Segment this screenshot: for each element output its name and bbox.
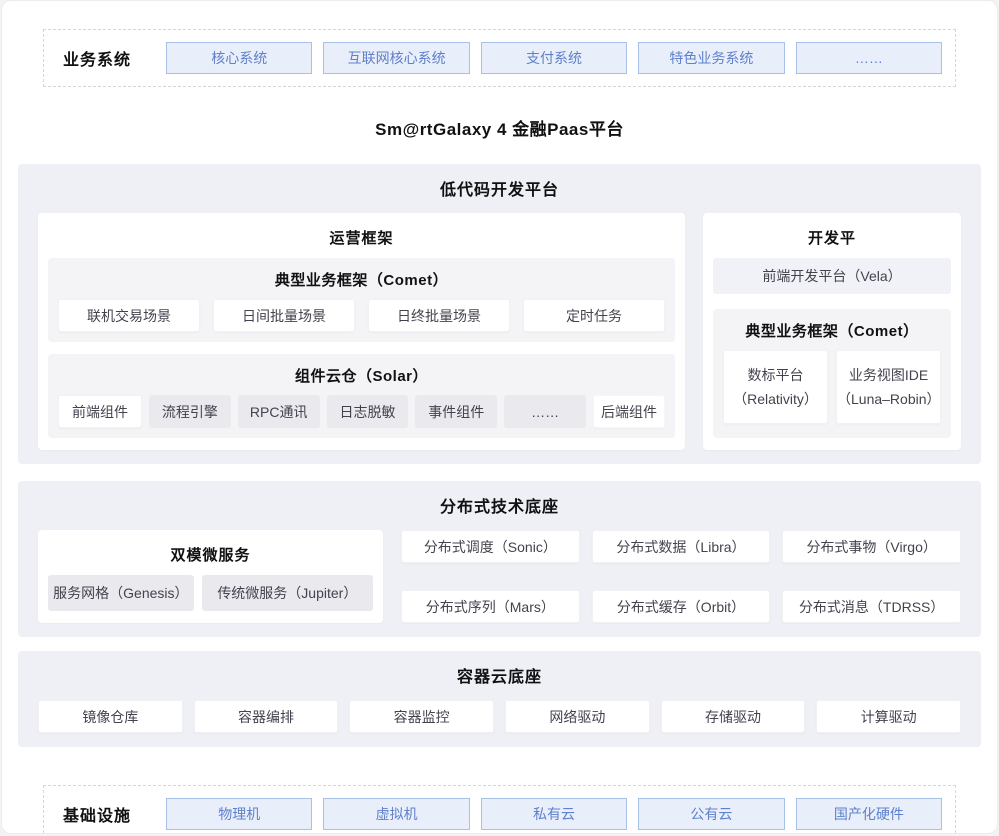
luna-robin-ide-node: 业务视图IDE （Luna–Robin）: [836, 350, 941, 424]
operation-framework-title: 运营框架: [48, 227, 675, 248]
distributed-scheduler-node: 分布式调度（Sonic）: [401, 530, 580, 563]
storage-driver-node: 存储驱动: [661, 700, 806, 733]
virtual-machine-node: 虚拟机: [323, 798, 469, 830]
container-items-row: 镜像仓库 容器编排 容器监控 网络驱动 存储驱动 计算驱动: [38, 700, 961, 733]
vela-frontend-platform-chip: 前端开发平台（Vela）: [713, 258, 951, 294]
front-component-node: 前端组件: [58, 395, 142, 428]
process-engine-chip: 流程引擎: [149, 395, 231, 428]
timer-task-node: 定时任务: [523, 299, 665, 332]
infrastructure-label: 基础设施: [57, 802, 155, 826]
event-component-chip: 事件组件: [415, 395, 497, 428]
dev-comet-items-row: 数标平台 （Relativity） 业务视图IDE （Luna–Robin）: [723, 350, 941, 424]
solar-ellipsis-chip: ……: [504, 395, 586, 428]
distributed-body: 双模微服务 服务网格（Genesis） 传统微服务（Jupiter） 分布式调度…: [38, 530, 961, 623]
payment-system-node: 支付系统: [481, 42, 627, 74]
private-cloud-node: 私有云: [481, 798, 627, 830]
compute-driver-node: 计算驱动: [816, 700, 961, 733]
domestic-hardware-node: 国产化硬件: [796, 798, 942, 830]
dev-comet-title: 典型业务框架（Comet）: [723, 320, 941, 341]
business-systems-ellipsis-node: ……: [796, 42, 942, 74]
jupiter-microservice-chip: 传统微服务（Jupiter）: [202, 575, 373, 611]
eod-batch-scene-node: 日终批量场景: [368, 299, 510, 332]
dev-platform-title: 开发平: [713, 227, 951, 248]
business-systems-row: 业务系统 核心系统 互联网核心系统 支付系统 特色业务系统 ……: [43, 29, 956, 87]
distributed-message-node: 分布式消息（TDRSS）: [782, 590, 961, 623]
image-repository-node: 镜像仓库: [38, 700, 183, 733]
distributed-sequence-node: 分布式序列（Mars）: [401, 590, 580, 623]
core-system-node: 核心系统: [166, 42, 312, 74]
container-cloud-section: 容器云底座 镜像仓库 容器编排 容器监控 网络驱动 存储驱动 计算驱动: [18, 651, 981, 747]
low-code-body: 运营框架 典型业务框架（Comet） 联机交易场景 日间批量场景 日终批量场景 …: [38, 213, 961, 450]
network-driver-node: 网络驱动: [505, 700, 650, 733]
rpc-comm-chip: RPC通讯: [238, 395, 320, 428]
solar-component-title: 组件云仓（Solar）: [58, 365, 665, 386]
container-monitoring-node: 容器监控: [349, 700, 494, 733]
dev-comet-panel: 典型业务框架（Comet） 数标平台 （Relativity） 业务视图IDE …: [713, 309, 951, 438]
distributed-data-node: 分布式数据（Libra）: [592, 530, 771, 563]
solar-component-panel: 组件云仓（Solar） 前端组件 流程引擎 RPC通讯 日志脱敏 事件组件 ………: [48, 354, 675, 438]
distributed-section-title: 分布式技术底座: [38, 493, 961, 517]
page-title: Sm@rtGalaxy 4 金融Paas平台: [2, 115, 997, 140]
internet-core-system-node: 互联网核心系统: [323, 42, 469, 74]
distributed-grid: 分布式调度（Sonic） 分布式数据（Libra） 分布式事物（Virgo） 分…: [401, 530, 961, 623]
solar-items-row: 前端组件 流程引擎 RPC通讯 日志脱敏 事件组件 …… 后端组件: [58, 395, 665, 428]
distributed-cache-node: 分布式缓存（Orbit）: [592, 590, 771, 623]
comet-framework-title: 典型业务框架（Comet）: [58, 269, 665, 290]
container-cloud-title: 容器云底座: [38, 663, 961, 687]
low-code-section-title: 低代码开发平台: [38, 176, 961, 200]
physical-machine-node: 物理机: [166, 798, 312, 830]
back-component-node: 后端组件: [593, 395, 665, 428]
operation-framework-card: 运营框架 典型业务框架（Comet） 联机交易场景 日间批量场景 日终批量场景 …: [38, 213, 685, 450]
comet-framework-panel: 典型业务框架（Comet） 联机交易场景 日间批量场景 日终批量场景 定时任务: [48, 258, 675, 342]
log-masking-chip: 日志脱敏: [327, 395, 409, 428]
dual-mode-microservice-card: 双模微服务 服务网格（Genesis） 传统微服务（Jupiter）: [38, 530, 383, 623]
dev-platform-card: 开发平 前端开发平台（Vela） 典型业务框架（Comet） 数标平台 （Rel…: [703, 213, 961, 450]
dual-mode-title: 双模微服务: [48, 544, 373, 565]
architecture-diagram: 业务系统 核心系统 互联网核心系统 支付系统 特色业务系统 …… Sm@rtGa…: [1, 0, 998, 834]
distributed-section: 分布式技术底座 双模微服务 服务网格（Genesis） 传统微服务（Jupite…: [18, 481, 981, 637]
public-cloud-node: 公有云: [638, 798, 784, 830]
genesis-service-mesh-chip: 服务网格（Genesis）: [48, 575, 194, 611]
business-systems-label: 业务系统: [57, 46, 155, 70]
low-code-section: 低代码开发平台 运营框架 典型业务框架（Comet） 联机交易场景 日间批量场景…: [18, 164, 981, 464]
intraday-batch-scene-node: 日间批量场景: [213, 299, 355, 332]
online-trade-scene-node: 联机交易场景: [58, 299, 200, 332]
relativity-platform-node: 数标平台 （Relativity）: [723, 350, 828, 424]
comet-items-row: 联机交易场景 日间批量场景 日终批量场景 定时任务: [58, 299, 665, 332]
dual-mode-items-row: 服务网格（Genesis） 传统微服务（Jupiter）: [48, 575, 373, 611]
infrastructure-row: 基础设施 物理机 虚拟机 私有云 公有云 国产化硬件: [43, 785, 956, 834]
luna-robin-line1: 业务视图IDE: [849, 363, 928, 387]
luna-robin-line2: （Luna–Robin）: [837, 387, 940, 411]
special-business-system-node: 特色业务系统: [638, 42, 784, 74]
distributed-transaction-node: 分布式事物（Virgo）: [782, 530, 961, 563]
relativity-line2: （Relativity）: [733, 387, 818, 411]
container-orchestration-node: 容器编排: [194, 700, 339, 733]
relativity-line1: 数标平台: [748, 363, 804, 387]
